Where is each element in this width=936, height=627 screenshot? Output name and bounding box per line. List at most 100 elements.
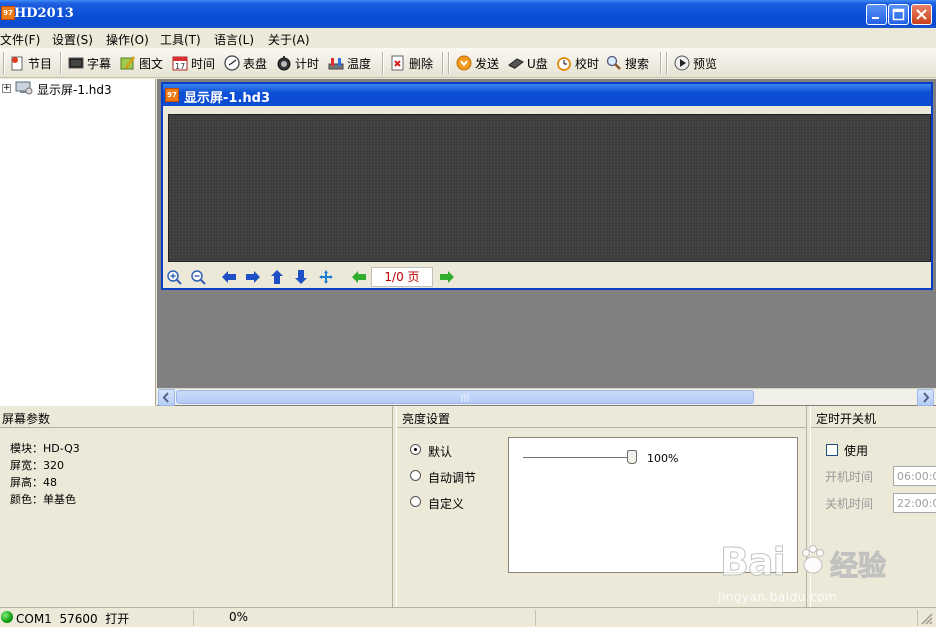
delete-button[interactable]: 删除 (390, 52, 433, 74)
udisk-label: U盘 (527, 56, 548, 71)
watermark-brand: Bai (720, 540, 787, 585)
arrow-down-icon[interactable] (293, 269, 309, 285)
progress-text: 0% (229, 610, 249, 624)
brightness-heading: 亮度设置 (397, 406, 806, 428)
scroll-thumb[interactable] (176, 390, 754, 404)
toolbar-grip (3, 52, 5, 74)
temperature-button[interactable]: 温度 (328, 52, 371, 74)
menu-file[interactable]: 文件(F) (0, 31, 40, 48)
send-icon (456, 55, 472, 71)
window-title: HD2013 (14, 6, 74, 21)
resize-grip-icon[interactable] (921, 613, 933, 625)
scroll-right-button[interactable] (917, 389, 934, 406)
minimize-button[interactable] (866, 4, 887, 25)
thermometer-icon (328, 55, 344, 71)
toolbar-separator (660, 52, 662, 74)
menu-settings[interactable]: 设置(S) (52, 31, 93, 48)
udisk-button[interactable]: U盘 (508, 52, 548, 74)
child-window-title: 显示屏-1.hd3 (184, 91, 270, 106)
search-button[interactable]: 搜索 (606, 52, 649, 74)
calendar-icon: 17 (172, 55, 188, 71)
use-timer-label: 使用 (844, 444, 869, 458)
main-toolbar: 节目 字幕 图文 17 时间 表盘 计时 温度 删除 发送 U盘 校时 搜索 预… (0, 48, 936, 78)
image-text-icon (120, 55, 136, 71)
brightness-slider-track[interactable] (523, 457, 635, 459)
toolbar-separator (442, 52, 444, 74)
screen-params-panel: 屏幕参数 模块：HD-Q3 屏宽：320 屏高：48 颜色：单基色 (0, 406, 393, 607)
arrow-right-icon[interactable] (245, 269, 261, 285)
subtitle-label: 字幕 (87, 56, 112, 71)
search-label: 搜索 (625, 56, 650, 71)
scroll-left-button[interactable] (158, 389, 175, 406)
power-off-time-field[interactable]: 22:00:00 (893, 493, 936, 513)
radio-custom[interactable] (410, 496, 421, 507)
radio-custom-label: 自定义 (428, 497, 465, 511)
page-indicator[interactable]: 1/0 页 (371, 267, 433, 287)
alarm-clock-icon (556, 55, 572, 71)
subtitle-button[interactable]: 字幕 (68, 52, 111, 74)
status-cell-empty (536, 610, 918, 626)
toolbar-grip (448, 52, 450, 74)
close-icon (916, 9, 927, 20)
subtitle-icon (68, 55, 84, 71)
program-icon (9, 55, 25, 71)
udisk-icon (508, 55, 524, 71)
tree-item-display-screen[interactable]: 显示屏-1.hd3 (37, 81, 112, 98)
image-text-button[interactable]: 图文 (120, 52, 163, 74)
preview-button[interactable]: 预览 (674, 52, 717, 74)
child-title-bar[interactable]: 97 显示屏-1.hd3 (163, 84, 931, 106)
menu-tools[interactable]: 工具(T) (160, 31, 201, 48)
timer-button[interactable]: 计时 (276, 52, 319, 74)
connection-status-text: COM1 57600 打开 (16, 612, 130, 626)
use-timer-checkbox[interactable] (826, 444, 838, 456)
minimize-icon (872, 17, 879, 19)
menu-about[interactable]: 关于(A) (268, 31, 310, 48)
tree-expand-toggle[interactable]: + (2, 84, 11, 93)
radio-default[interactable] (410, 444, 421, 455)
child-window: 97 显示屏-1.hd3 1/0 页 (161, 82, 933, 290)
time-button[interactable]: 17 时间 (172, 52, 215, 74)
toolbar-grip (666, 52, 668, 74)
power-on-label: 开机时间 (825, 470, 874, 484)
connection-status: COM1 57600 打开 (16, 610, 194, 626)
screen-height-info: 屏高：48 (10, 476, 57, 489)
menu-language[interactable]: 语言(L) (214, 31, 254, 48)
zoom-out-icon[interactable] (190, 269, 206, 285)
grip-icon (461, 394, 469, 402)
next-page-icon[interactable] (439, 269, 455, 285)
power-off-label: 关机时间 (825, 497, 874, 511)
send-button[interactable]: 发送 (456, 52, 499, 74)
child-toolbar: 1/0 页 (163, 266, 931, 288)
arrow-up-icon[interactable] (269, 269, 285, 285)
chevron-right-icon (923, 392, 930, 403)
status-bar: COM1 57600 打开 0% (0, 607, 936, 627)
power-on-time-field[interactable]: 06:00:00 (893, 466, 936, 486)
arrow-left-icon[interactable] (221, 269, 237, 285)
delete-icon (390, 55, 406, 71)
dial-button[interactable]: 表盘 (224, 52, 267, 74)
radio-auto[interactable] (410, 470, 421, 481)
timer-label: 计时 (295, 56, 320, 71)
led-screen-preview[interactable] (168, 114, 931, 262)
watermark-brand-tail: 经验 (829, 549, 887, 583)
program-button[interactable]: 节目 (9, 52, 52, 74)
horizontal-scrollbar[interactable] (157, 388, 936, 406)
radio-auto-label: 自动调节 (428, 471, 477, 485)
color-info: 颜色：单基色 (10, 493, 76, 506)
maximize-button[interactable] (888, 4, 909, 25)
app-icon: 97 (1, 6, 15, 20)
zoom-in-icon[interactable] (166, 269, 182, 285)
project-tree: + 显示屏-1.hd3 (0, 79, 156, 406)
screen-width-info: 屏宽：320 (10, 459, 64, 472)
move-all-icon[interactable] (318, 269, 334, 285)
child-app-icon: 97 (165, 88, 179, 102)
title-bar[interactable]: 97 HD2013 (0, 0, 936, 28)
radio-default-label: 默认 (428, 445, 453, 459)
menu-operation[interactable]: 操作(O) (106, 31, 149, 48)
sync-time-button[interactable]: 校时 (556, 52, 599, 74)
previous-page-icon[interactable] (351, 269, 367, 285)
brightness-slider-thumb[interactable] (627, 450, 637, 464)
maximize-icon (892, 8, 905, 21)
chevron-left-icon (162, 392, 169, 403)
close-button[interactable] (911, 4, 932, 25)
